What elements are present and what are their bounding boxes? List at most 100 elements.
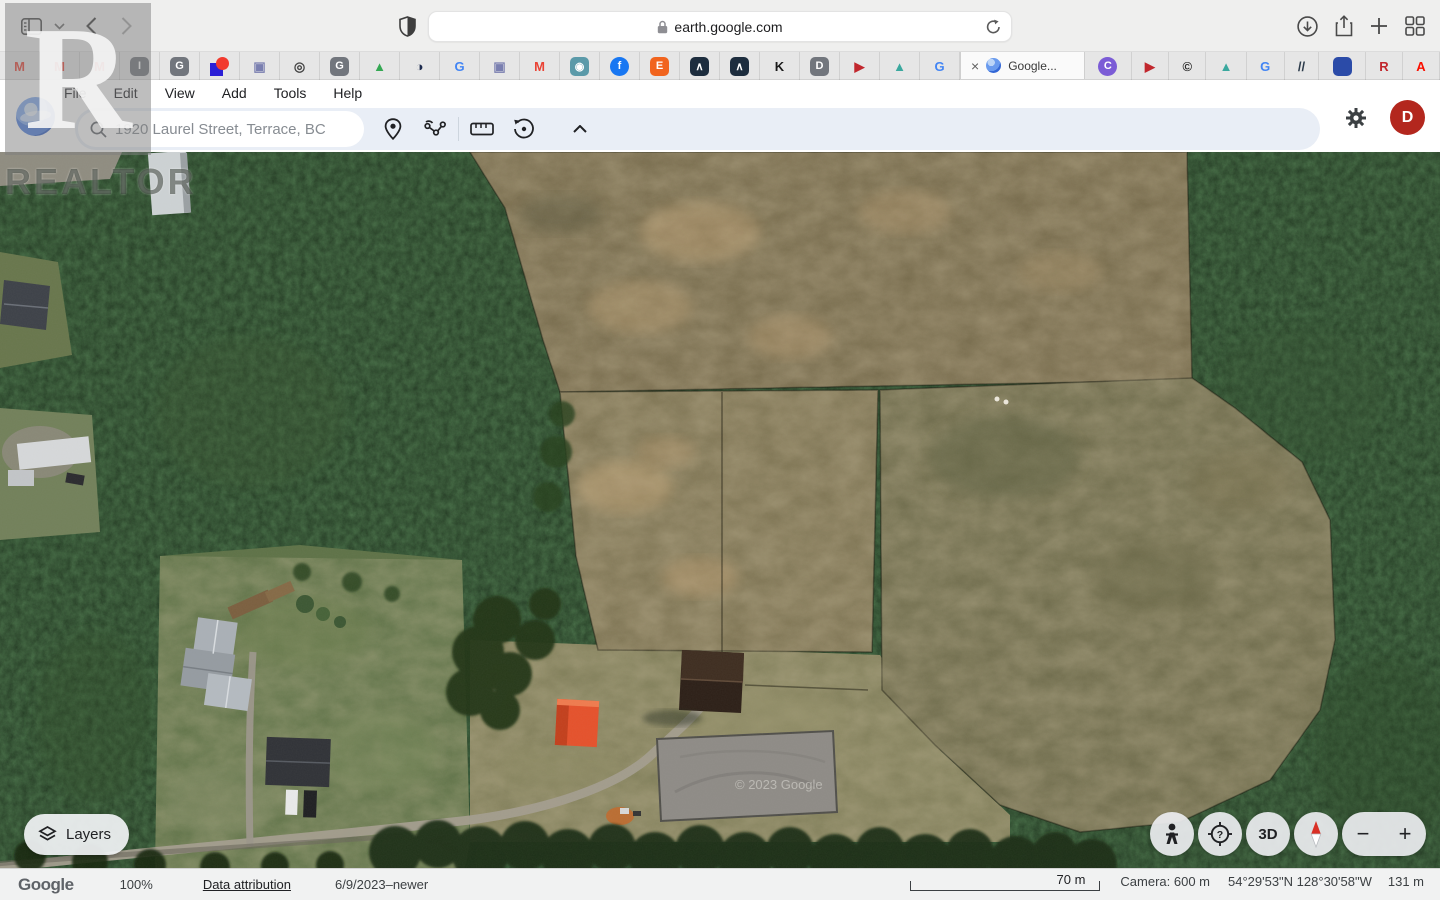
pinned-tab-dark-ring[interactable]: ◑ [400,52,440,80]
menu-item-edit[interactable]: Edit [114,85,138,101]
pinned-tab-green-peaks[interactable]: ▲ [360,52,400,80]
search-input[interactable] [115,121,352,138]
active-tab-title: Google... [1008,59,1057,73]
pinned-tab-compass[interactable]: ◎ [280,52,320,80]
map-canvas[interactable]: " [0,152,1440,868]
3d-toggle-button[interactable]: 3D [1246,812,1290,856]
pinned-tab-realtor[interactable]: R [1366,52,1403,80]
menu-item-file[interactable]: File [64,85,87,101]
pinned-tab-translate-chat[interactable]: ▣ [480,52,520,80]
etsy-favicon-icon: E [650,57,669,76]
pinned-tab-adobe[interactable]: A [1403,52,1440,80]
path-draw-tool[interactable] [418,112,452,146]
menu-item-view[interactable]: View [165,85,195,101]
gmail-favicon-icon: M [94,60,105,73]
toolbar-divider [458,117,459,141]
pinned-tab-google[interactable]: G [1247,52,1285,80]
pinned-tab-gmail[interactable]: M [0,52,40,80]
google-favicon-icon: G [1260,60,1270,73]
red-arrow-favicon-icon: ▶ [855,60,865,73]
pinned-tab-k-mark[interactable]: K [760,52,800,80]
pinned-tab-teal-mountain[interactable]: ▲ [1206,52,1246,80]
pinned-tab-red-arrow[interactable]: ▶ [1132,52,1170,80]
pinned-tab-slashes[interactable]: // [1285,52,1320,80]
pegman-icon [1162,822,1182,846]
earth-menu-bar: File Edit View Add Tools Help [64,80,362,106]
map-scale-bar: 70 m [910,881,1100,891]
downloads-icon[interactable] [1294,14,1320,38]
earth-search-strip [75,108,1320,150]
pinned-tab-teal-mountain[interactable]: ▲ [880,52,920,80]
satellite-imagery: " [0,152,1440,868]
search-icon[interactable] [90,121,107,138]
menu-item-help[interactable]: Help [333,85,362,101]
gray-i-favicon-icon: I [130,57,149,76]
menu-item-tools[interactable]: Tools [274,85,307,101]
translate-chat-favicon-icon: ▣ [493,60,505,73]
pinned-tab-etsy[interactable]: E [640,52,680,80]
pinned-tab-gray-g[interactable]: G [320,52,360,80]
layers-button[interactable]: Layers [24,814,129,855]
pinned-tab-canada-leaf[interactable]: ◉ [560,52,600,80]
imagery-date-range: 6/9/2023–newer [335,877,428,892]
google-favicon-icon: G [934,60,944,73]
pinned-tab-gmail[interactable]: M [520,52,560,80]
share-icon[interactable] [1331,14,1357,38]
new-tab-icon[interactable] [1366,14,1392,38]
privacy-shield-icon[interactable] [394,14,420,38]
compass-button[interactable] [1294,812,1338,856]
historical-imagery-tool[interactable] [507,112,541,146]
back-button[interactable] [78,14,104,38]
pinned-tab-red-arrow[interactable]: ▶ [840,52,880,80]
avatar-letter: D [1402,109,1414,127]
forward-button[interactable] [113,14,139,38]
teal-mountain-favicon-icon: ▲ [893,60,906,73]
sidebar-toggle-icon[interactable] [18,14,44,38]
pinned-tab-gmail[interactable]: M [40,52,80,80]
c-gradient-favicon-icon: C [1098,57,1117,76]
collapse-toolbar-chevron-icon[interactable] [563,112,597,146]
google-earth-logo[interactable] [16,97,55,136]
menu-item-add[interactable]: Add [222,85,247,101]
pinned-tab-navy-peak[interactable]: ∧ [720,52,760,80]
pinned-tab-facebook[interactable]: f [600,52,640,80]
search-box[interactable] [78,111,364,147]
placemark-pin-tool[interactable] [376,112,410,146]
zoom-in-button[interactable]: + [1399,823,1412,845]
pinned-tab-gray-g[interactable]: G [160,52,200,80]
pinned-tab-c-gradient[interactable]: C [1085,52,1132,80]
pinned-tab-gmail[interactable]: M [80,52,120,80]
map-copyright: © 2023 Google [735,777,823,792]
pinned-tab-copyright-gear[interactable]: © [1169,52,1206,80]
measure-tool[interactable] [465,112,499,146]
compass-favicon-icon: ◎ [294,60,305,73]
account-avatar[interactable]: D [1390,100,1425,135]
active-tab-google-earth[interactable]: × Google... [960,52,1085,79]
my-location-button[interactable]: ? [1198,812,1242,856]
pinned-tab-google[interactable]: G [440,52,480,80]
close-tab-icon[interactable]: × [971,58,979,74]
reload-icon[interactable] [986,19,1001,38]
blue-square-favicon-icon [1333,57,1352,76]
pinned-tab-gray-d[interactable]: D [800,52,840,80]
teal-mountain-favicon-icon: ▲ [1220,60,1233,73]
address-bar[interactable]: earth.google.com [428,11,1012,42]
data-attribution-link[interactable]: Data attribution [203,877,291,892]
settings-gear-icon[interactable] [1342,104,1370,132]
pinned-tab-google[interactable]: G [920,52,960,80]
tab-overview-icon[interactable] [1402,14,1428,38]
zoom-out-button[interactable]: − [1357,823,1370,845]
pinned-tab-translate-chat[interactable]: ▣ [240,52,280,80]
pinned-tab-navy-peak[interactable]: ∧ [680,52,720,80]
pinned-tab-design-duo[interactable] [200,52,240,80]
gray-g-favicon-icon: G [330,57,349,76]
green-peaks-favicon-icon: ▲ [373,60,386,73]
scale-label: 70 m [1057,872,1086,887]
navy-peak-favicon-icon: ∧ [730,57,749,76]
pegman-streetview-button[interactable] [1150,812,1194,856]
facebook-favicon-icon: f [610,57,629,76]
pinned-tab-blue-square[interactable] [1319,52,1366,80]
sidebar-chevron-icon[interactable] [46,14,72,38]
gmail-favicon-icon: M [54,60,65,73]
pinned-tab-gray-i[interactable]: I [120,52,160,80]
